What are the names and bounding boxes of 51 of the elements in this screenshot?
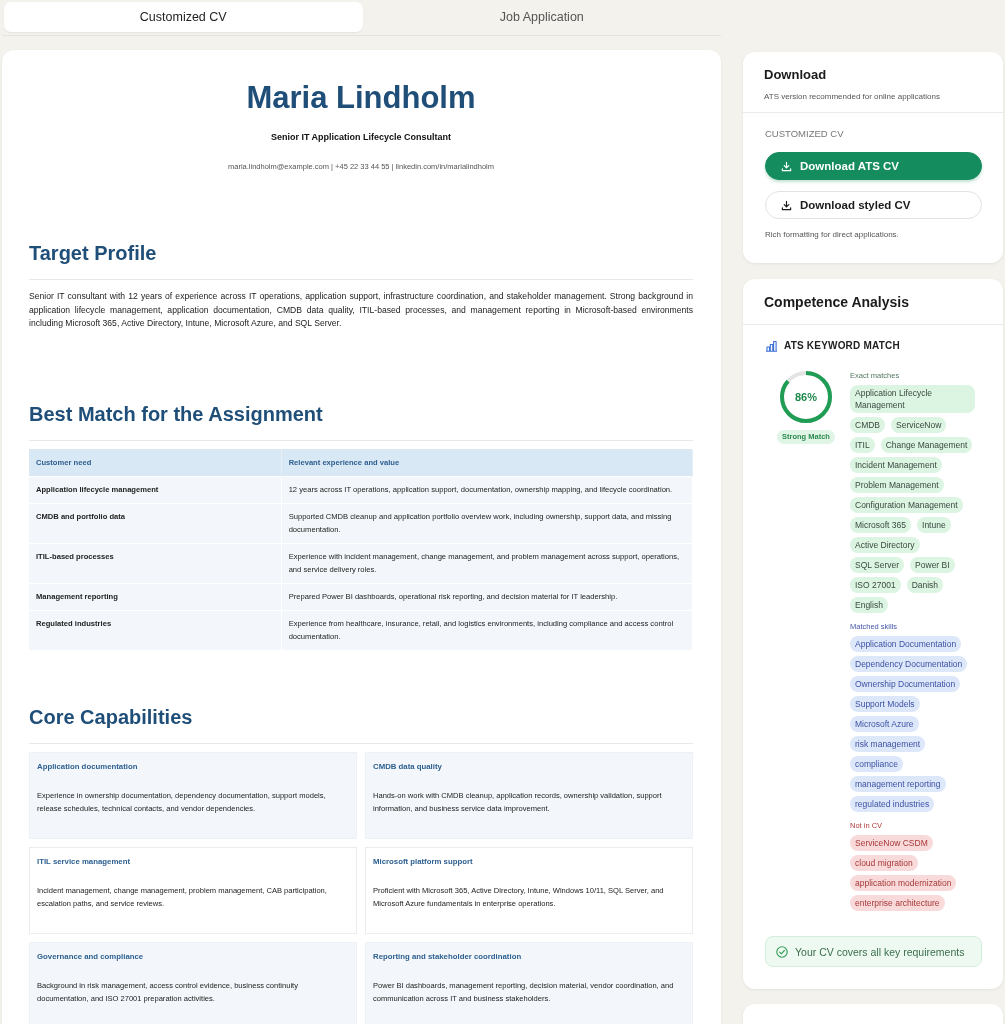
card-title: Competence Analysis <box>764 294 910 311</box>
section-heading: Target Profile <box>29 241 158 265</box>
keyword-tag: ServiceNow <box>891 417 947 433</box>
summary-banner: Your CV covers all key requirements <box>765 936 982 967</box>
section-label: CUSTOMIZED CV <box>765 128 845 140</box>
keyword-tag: Power BI <box>910 557 955 573</box>
keyword-tag: ITIL <box>850 437 875 453</box>
keyword-tag: Dependency Documentation <box>850 656 968 672</box>
keyword-tag: ISO 27001 <box>850 577 901 593</box>
keyword-tag: Change Management <box>880 437 973 453</box>
keyword-tag: Active Directory <box>850 537 920 553</box>
card-subtitle: ATS version recommended for online applications <box>764 91 941 102</box>
section-heading: Core Capabilities <box>29 704 194 729</box>
keyword-tag: Microsoft 365 <box>850 517 912 533</box>
keyword-tag: Application Lifecycle Management <box>850 385 975 413</box>
keyword-tag: application modernization <box>850 875 957 891</box>
keyword-tag: Intune <box>917 517 951 533</box>
keyword-tag: English <box>850 597 888 613</box>
keyword-tag: enterprise architecture <box>850 895 945 911</box>
candidate-name: Maria Lindholm <box>245 80 477 116</box>
download-button[interactable]: Download styled CV <box>765 191 982 219</box>
keyword-tag: ServiceNow CSDM <box>850 835 933 851</box>
keyword-tag: Support Models <box>850 696 920 712</box>
tab[interactable]: Customized CV <box>4 2 363 32</box>
keyword-tag: Incident Management <box>850 457 942 473</box>
tab[interactable]: Job Application <box>362 2 721 32</box>
score-percent: 86% <box>794 390 818 404</box>
keyword-tag: regulated industries <box>850 796 935 812</box>
keyword-tag: Configuration Management <box>850 497 963 513</box>
keyword-tag: management reporting <box>850 776 946 792</box>
job-title: Senior IT Application Lifecycle Consultant <box>269 132 453 143</box>
download-icon <box>781 160 792 172</box>
keyword-tag: CMDB <box>850 417 886 433</box>
card-title: Download <box>764 67 828 83</box>
keyword-tag: cloud migration <box>850 855 918 871</box>
keyword-tag: SQL Server <box>850 557 905 573</box>
download-icon <box>781 199 792 211</box>
keyword-tag: Application Documentation <box>850 636 962 652</box>
keyword-tag: risk management <box>850 736 926 752</box>
keyword-tag: Danish <box>906 577 944 593</box>
keyword-tag: compliance <box>850 756 903 772</box>
download-button[interactable]: Download ATS CV <box>765 152 982 180</box>
keyword-tag: Microsoft Azure <box>850 716 919 732</box>
bar-chart-icon <box>765 340 778 352</box>
check-circle-icon <box>776 945 788 958</box>
keyword-tag: Ownership Documentation <box>850 676 961 692</box>
profile-text: Senior IT consultant with 12 years of experience across IT operations, application support, infrastructure coordination, and stakeholder management. Strong background in application lifecycle management, application documentation, CMDB data quality, ITIL-based processes, and management reporting in Microsoft-based environments including Microsoft 365, Active Directory, Intune, Microsoft Azure, and SQL Server. <box>29 290 693 330</box>
section-heading: Best Match for the Assignment <box>29 401 324 426</box>
keyword-tag: Problem Management <box>850 477 944 493</box>
download-note: Rich formatting for direct applications. <box>765 229 900 240</box>
section-heading: ATS KEYWORD MATCH <box>784 340 900 352</box>
